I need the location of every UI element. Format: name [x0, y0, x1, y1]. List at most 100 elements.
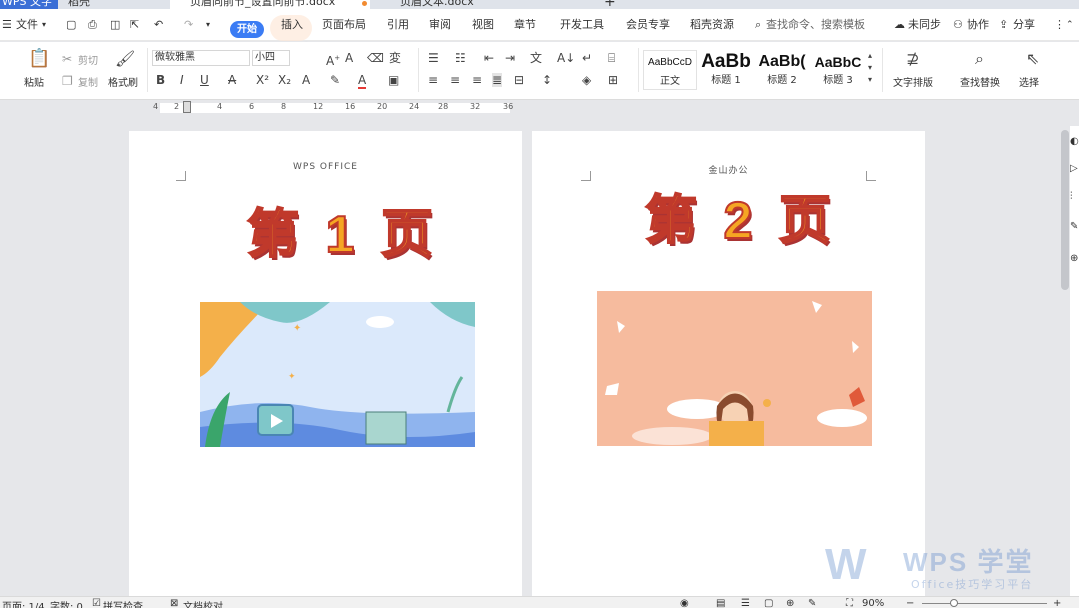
menu-start[interactable]: 开始: [230, 21, 264, 38]
borders-icon[interactable]: ⊞: [608, 73, 618, 87]
horizontal-ruler[interactable]: 4 2 4 6 8 12 16 20 24 28 32 36: [0, 101, 1079, 115]
format-painter-button[interactable]: 格式刷: [108, 74, 138, 89]
eye-icon[interactable]: ◉: [680, 598, 689, 608]
zoom-slider-thumb[interactable]: [950, 599, 958, 607]
redo-icon[interactable]: ↷: [184, 9, 193, 41]
format-painter-icon[interactable]: 🖌: [115, 48, 135, 70]
copy-button[interactable]: 复制: [78, 74, 98, 89]
underline-button[interactable]: U: [200, 73, 209, 87]
font-size-select[interactable]: 小四: [252, 50, 290, 66]
menu-references[interactable]: 引用: [387, 9, 409, 41]
vertical-scrollbar[interactable]: [1061, 130, 1069, 595]
menu-page-layout[interactable]: 页面布局: [322, 9, 366, 41]
paste-button[interactable]: 粘贴: [24, 74, 44, 89]
select-icon[interactable]: ▷: [1070, 163, 1078, 174]
tab-app[interactable]: WPS 文字: [0, 0, 58, 9]
shrink-font-icon[interactable]: A: [345, 51, 353, 65]
word-count[interactable]: 字数: 0: [50, 598, 83, 608]
find-replace-icon[interactable]: ⌕: [975, 48, 984, 70]
clear-format-icon[interactable]: ⌫: [367, 51, 384, 65]
cut-button[interactable]: 剪切: [78, 52, 98, 67]
char-border-icon[interactable]: ▣: [388, 73, 399, 87]
print-icon[interactable]: ⎙: [88, 9, 97, 41]
decrease-indent-icon[interactable]: ⇤: [484, 51, 494, 65]
collapse-ribbon-icon[interactable]: ⌃: [1066, 9, 1074, 41]
copy-icon[interactable]: ❐: [62, 74, 73, 88]
illustration-image[interactable]: ✦ ✦: [200, 302, 475, 447]
edit-icon[interactable]: ✎: [1070, 221, 1078, 232]
table-border-icon[interactable]: ⌸: [608, 51, 615, 65]
illustration-image[interactable]: [597, 291, 872, 446]
phonetic-icon[interactable]: 変: [389, 51, 401, 65]
page-2[interactable]: 金山办公 第 2 页: [532, 131, 925, 601]
bullet-list-icon[interactable]: ☰: [428, 51, 439, 65]
tab-doc-active[interactable]: 页眉同前节_设置同前节.docx: [170, 0, 370, 9]
export-icon[interactable]: ⇱: [130, 9, 139, 41]
menu-resources[interactable]: 稻壳资源: [690, 9, 734, 41]
page-count[interactable]: 页面: 1/4: [2, 598, 45, 608]
bold-button[interactable]: B: [156, 73, 165, 87]
highlight-icon[interactable]: ✎: [330, 73, 340, 87]
numbered-list-icon[interactable]: ☷: [455, 51, 466, 65]
web-view-icon[interactable]: ⊕: [786, 598, 794, 608]
styles-scroll-icon[interactable]: ▴ ▾ ▾: [868, 50, 872, 86]
style-normal[interactable]: AaBbCcD 正文: [643, 50, 697, 90]
paste-icon[interactable]: 📋: [28, 48, 50, 70]
fit-icon[interactable]: ⛶: [846, 598, 853, 608]
sort-icon[interactable]: A↓: [557, 51, 575, 65]
spell-check-button[interactable]: 拼写检查: [103, 598, 143, 608]
superscript-icon[interactable]: X²: [256, 73, 269, 87]
zoom-in-icon[interactable]: +: [1053, 598, 1061, 608]
distribute-icon[interactable]: ⊟: [514, 73, 524, 87]
zoom-slider[interactable]: [922, 603, 1047, 604]
share-button[interactable]: 分享: [1013, 9, 1035, 41]
select-button[interactable]: 选择: [1019, 74, 1039, 89]
style-heading-1[interactable]: AaBb 标题 1: [699, 50, 753, 90]
strikethrough-icon[interactable]: A: [228, 73, 236, 87]
page-1[interactable]: WPS OFFICE 第 1 页 ✦ ✦: [129, 131, 522, 601]
search-icon[interactable]: ⌕: [755, 9, 761, 41]
sync-status[interactable]: 未同步: [908, 9, 941, 41]
indent-marker-icon[interactable]: [183, 101, 191, 113]
align-center-icon[interactable]: ≡: [450, 73, 460, 87]
font-effect-icon[interactable]: A: [302, 73, 310, 87]
zoom-out-icon[interactable]: −: [906, 598, 914, 608]
text-layout-icon[interactable]: ⊉: [906, 48, 919, 70]
collab-button[interactable]: 协作: [967, 9, 989, 41]
globe-icon[interactable]: ⊕: [1070, 253, 1078, 264]
text-layout-button[interactable]: 文字排版: [893, 74, 933, 89]
align-left-icon[interactable]: ≡: [428, 73, 438, 87]
menu-file[interactable]: 文件: [16, 9, 38, 41]
align-right-icon[interactable]: ≡: [472, 73, 482, 87]
page-view-icon[interactable]: ▤: [716, 598, 725, 608]
page-header[interactable]: WPS OFFICE: [129, 162, 522, 172]
spell-check-icon[interactable]: ☑: [92, 598, 101, 608]
chinese-layout-icon[interactable]: 文: [530, 51, 542, 65]
select-icon[interactable]: ⇖: [1026, 48, 1039, 70]
outline-view-icon[interactable]: ☰: [741, 598, 750, 608]
menu-developer[interactable]: 开发工具: [560, 9, 604, 41]
undo-icon[interactable]: ↶: [154, 9, 163, 41]
nav-icon[interactable]: ◐: [1070, 136, 1079, 147]
page-title[interactable]: 第 1 页: [246, 205, 439, 265]
new-tab-icon[interactable]: +: [604, 0, 616, 9]
chevron-down-icon[interactable]: ▾: [42, 9, 46, 41]
tab-docer[interactable]: 稻壳: [62, 0, 162, 9]
proofread-button[interactable]: 文档校对: [183, 598, 223, 608]
grow-font-icon[interactable]: A+: [326, 51, 340, 68]
style-heading-2[interactable]: AaBb( 标题 2: [755, 50, 809, 90]
zoom-level[interactable]: 90%: [862, 598, 884, 608]
tab-doc[interactable]: 页眉文本.docx: [380, 0, 580, 9]
more-icon[interactable]: ⋮: [1054, 9, 1065, 41]
preview-icon[interactable]: ◫: [110, 9, 120, 41]
command-search[interactable]: 查找命令、搜索模板: [766, 9, 865, 41]
italic-button[interactable]: I: [180, 73, 184, 87]
menu-insert[interactable]: 插入: [281, 9, 303, 41]
save-icon[interactable]: ▢: [66, 9, 76, 41]
quick-access-dropdown-icon[interactable]: ▾: [206, 9, 210, 41]
justify-icon[interactable]: ≣: [492, 73, 503, 87]
font-family-select[interactable]: 微软雅黑: [152, 50, 250, 66]
show-marks-icon[interactable]: ↵: [582, 51, 592, 65]
menu-chapter[interactable]: 章节: [514, 9, 536, 41]
page-title[interactable]: 第 2 页: [644, 191, 837, 251]
